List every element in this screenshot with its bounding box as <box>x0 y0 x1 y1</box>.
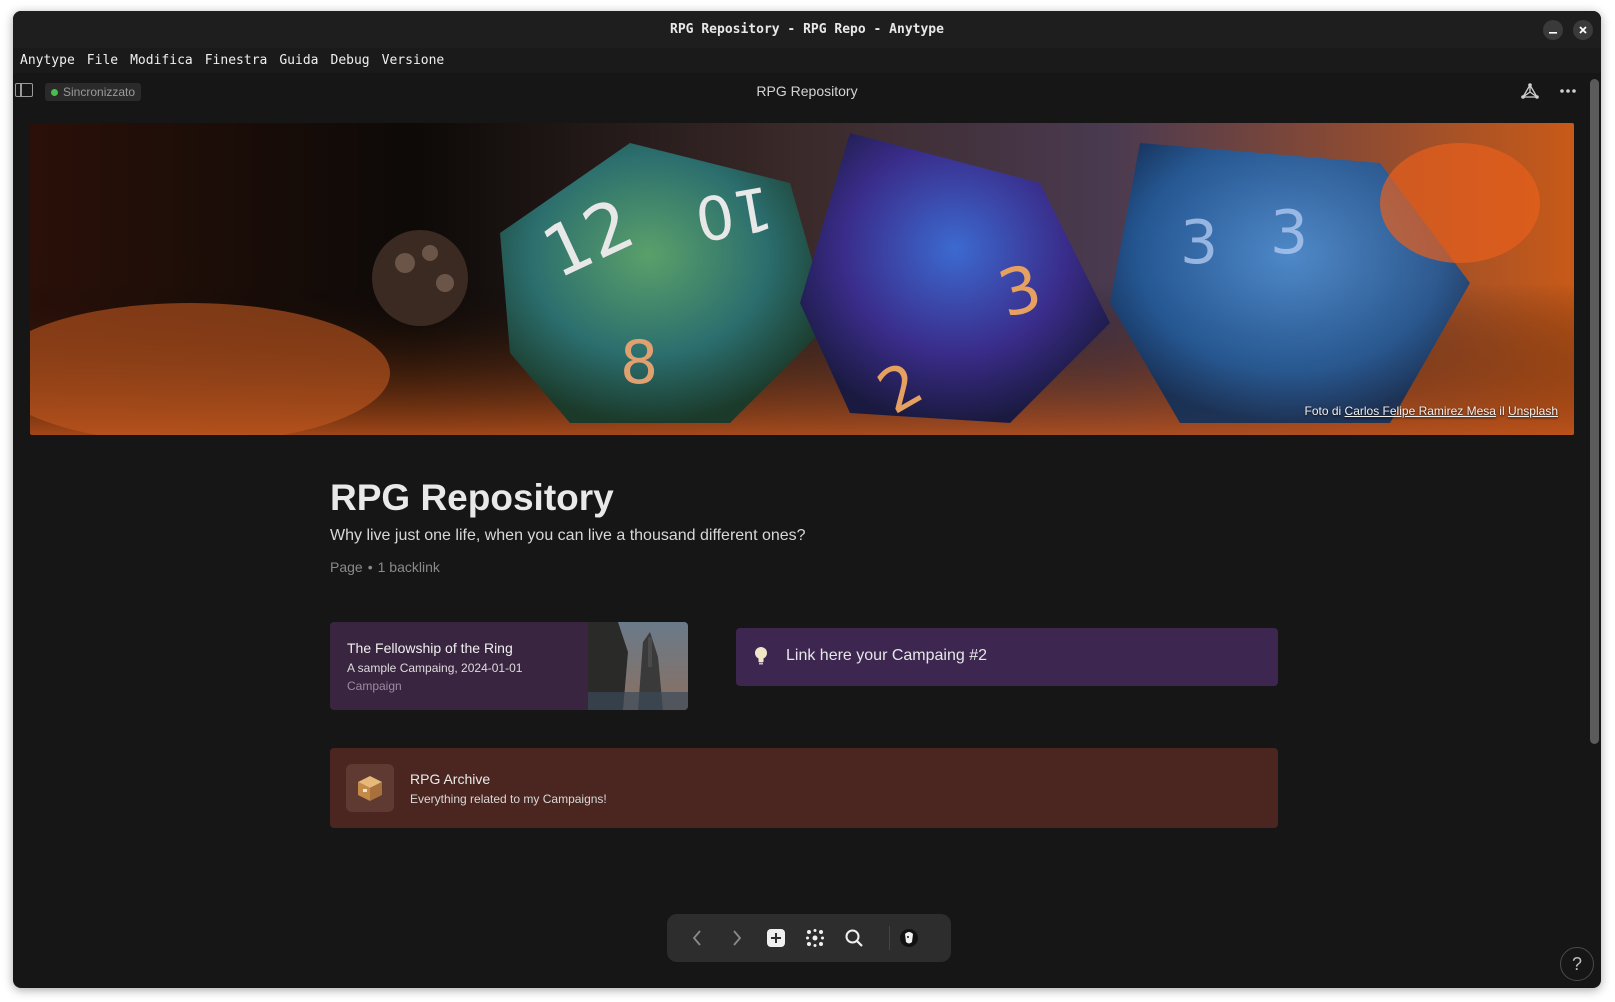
campaign-callout[interactable]: Link here your Campaing #2 <box>736 628 1278 686</box>
lightbulb-icon <box>754 646 768 671</box>
help-button[interactable]: ? <box>1560 947 1594 981</box>
credit-joiner: il <box>1499 404 1505 418</box>
forward-icon[interactable] <box>725 926 749 950</box>
add-icon[interactable] <box>764 926 788 950</box>
minimize-icon[interactable] <box>1543 20 1563 40</box>
menu-anytype[interactable]: Anytype <box>20 53 75 68</box>
cover-credit: Foto di Carlos Felipe Ramirez Mesa il Un… <box>1305 404 1558 418</box>
campaign-link-card[interactable]: The Fellowship of the Ring A sample Camp… <box>330 622 688 710</box>
campaign-thumbnail <box>588 622 688 710</box>
back-icon[interactable] <box>685 926 709 950</box>
more-options-icon[interactable] <box>1559 83 1577 103</box>
close-icon[interactable] <box>1573 20 1593 40</box>
page-title[interactable]: RPG Repository <box>330 476 1280 520</box>
menu-debug[interactable]: Debug <box>331 53 370 68</box>
page-meta: Page • 1 backlink <box>330 558 1280 576</box>
campaign-type: Campaign <box>347 679 402 693</box>
backlink-count[interactable]: 1 backlink <box>378 559 440 575</box>
menu-guida[interactable]: Guida <box>279 53 318 68</box>
svg-text:10: 10 <box>690 171 777 253</box>
menu-finestra[interactable]: Finestra <box>205 53 268 68</box>
menu-versione[interactable]: Versione <box>382 53 445 68</box>
scrollbar[interactable] <box>1590 79 1599 744</box>
bottom-navbar <box>667 914 951 962</box>
navbar-divider <box>889 926 890 950</box>
page-type[interactable]: Page <box>330 559 363 575</box>
archive-name: RPG Archive <box>410 771 491 787</box>
page-header: Sincronizzato RPG Repository <box>13 73 1601 105</box>
photographer-link[interactable]: Carlos Felipe Ramirez Mesa <box>1345 404 1496 418</box>
page-description[interactable]: Why live just one life, when you can liv… <box>330 526 1280 546</box>
menu-bar: Anytype File Modifica Finestra Guida Deb… <box>13 48 1601 73</box>
unsplash-link[interactable]: Unsplash <box>1508 404 1558 418</box>
svg-text:8: 8 <box>620 328 658 398</box>
credit-prefix: Foto di <box>1304 404 1342 418</box>
campaign-name: The Fellowship of the Ring <box>347 640 513 656</box>
profile-icon[interactable] <box>897 926 921 950</box>
page-content: RPG Repository Why live just one life, w… <box>330 476 1280 828</box>
menu-file[interactable]: File <box>87 53 118 68</box>
title-bar: RPG Repository - RPG Repo - Anytype <box>13 11 1601 48</box>
graph-icon[interactable] <box>1521 83 1539 104</box>
header-page-title: RPG Repository <box>756 83 858 99</box>
campaign-description: A sample Campaing, 2024-01-01 <box>347 661 523 675</box>
archive-link-card[interactable]: RPG Archive Everything related to my Cam… <box>330 748 1278 828</box>
cover-image[interactable]: 12 10 8 3 2 3 3 Foto di Carlos Felipe Ra… <box>30 123 1574 435</box>
window-title: RPG Repository - RPG Repo - Anytype <box>670 22 944 37</box>
graph-icon[interactable] <box>803 926 827 950</box>
archive-description: Everything related to my Campaigns! <box>410 792 607 806</box>
callout-text: Link here your Campaing #2 <box>786 647 988 664</box>
menu-modifica[interactable]: Modifica <box>130 53 193 68</box>
svg-text:3: 3 <box>1270 198 1308 268</box>
package-icon <box>346 764 394 812</box>
svg-text:3: 3 <box>1180 208 1218 278</box>
meta-separator: • <box>367 559 373 575</box>
app-window: RPG Repository - RPG Repo - Anytype Anyt… <box>13 11 1601 988</box>
search-icon[interactable] <box>842 926 866 950</box>
